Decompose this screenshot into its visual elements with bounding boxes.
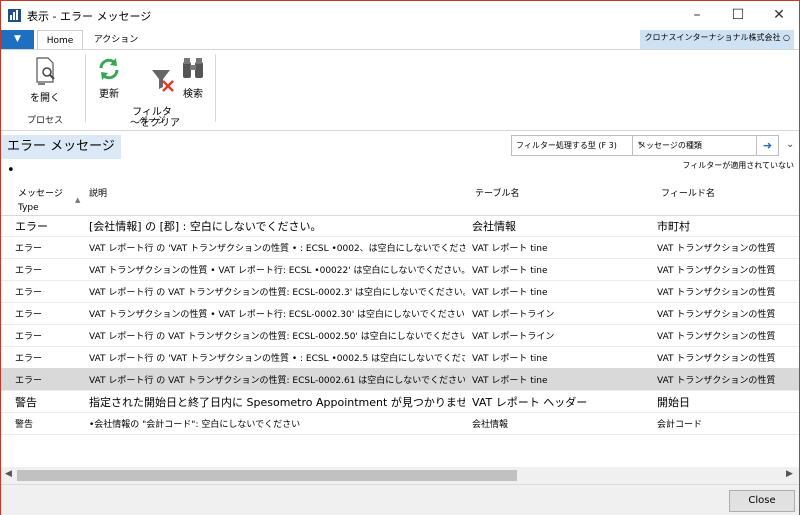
group-label-page: ページ xyxy=(139,116,166,126)
table-row[interactable]: エラー VAT トランザクションの性質 • VAT レポート行: ECSL-000… xyxy=(1,302,799,325)
cell-field-name: VAT トランザクションの性質 xyxy=(657,244,776,254)
close-button[interactable]: Close xyxy=(729,490,795,512)
cell-field-name: 会計コード xyxy=(657,420,703,430)
chevron-down-icon: ▾ xyxy=(638,139,643,148)
cell-table-name: 会社情報 xyxy=(472,220,516,233)
tab-actions[interactable]: アクション xyxy=(91,30,141,49)
open-document-icon xyxy=(36,57,55,85)
cell-description: VAT レポート行 の VAT トランザクションの性質: ECSL-0002.6… xyxy=(89,376,465,386)
minimize-button[interactable]: – xyxy=(677,1,717,30)
cell-table-name: VAT レポート tine xyxy=(472,376,548,386)
clear-filter-icon xyxy=(152,70,174,92)
cell-type: エラー xyxy=(15,266,43,276)
apply-filter-arrow-icon[interactable]: ➜ xyxy=(756,136,778,155)
sort-ascending-icon: ▲ xyxy=(75,196,81,204)
table-row[interactable]: エラー VAT トランザクションの性質 • VAT レポート行: ECSL •00… xyxy=(1,258,799,281)
cell-table-name: VAT レポート tine xyxy=(472,354,548,364)
column-header-table-name[interactable]: テーブル名 xyxy=(475,186,519,199)
table-row[interactable]: エラー VAT レポート行 の VAT トランザクションの性質: ECSL-000… xyxy=(1,368,799,391)
cell-table-name: 会社情報 xyxy=(472,420,509,430)
refresh-label: 更新 xyxy=(99,89,119,100)
column-header-description[interactable]: 説明 xyxy=(89,186,107,199)
cell-type: エラー xyxy=(15,244,43,254)
group-label-process: プロセス xyxy=(27,116,64,126)
scroll-left-icon[interactable]: ◀ xyxy=(5,469,12,479)
cell-description: •会社情報の "会計コード": 空白にしないでください xyxy=(89,420,301,430)
cell-field-name: VAT トランザクションの性質 xyxy=(657,354,776,364)
cell-type: エラー xyxy=(15,332,43,342)
cell-table-name: VAT レポート ヘッダー xyxy=(472,396,588,409)
cell-field-name: VAT トランザクションの性質 xyxy=(657,288,776,298)
group-separator xyxy=(215,54,216,122)
table-header: メッセージ Type 説明 テーブル名 フィールド名 xyxy=(1,181,799,216)
filter-bar: フィルター処理する型 (F 3) メッセージの種類 ▾ ➜ xyxy=(511,135,779,156)
cell-field-name: 市町村 xyxy=(657,220,690,233)
maximize-button[interactable]: ☐ xyxy=(718,1,758,30)
filter-type-select[interactable]: メッセージの種類 ▾ xyxy=(632,136,757,155)
cell-type: エラー xyxy=(15,354,43,364)
dialog-footer: Close xyxy=(1,484,799,515)
search-button[interactable]: 検索 xyxy=(178,56,208,100)
table-row[interactable]: エラー VAT レポート行 の VAT トランザクションの性質: ECSL-000… xyxy=(1,324,799,347)
cell-field-name: VAT トランザクションの性質 xyxy=(657,266,776,276)
cell-type: エラー xyxy=(15,288,43,298)
cell-description: 指定された開始日と終了日内に Spesometro Appointment が見… xyxy=(89,396,465,409)
search-label: 検索 xyxy=(183,89,203,100)
refresh-button[interactable]: 更新 xyxy=(94,56,124,100)
cell-description: VAT トランザクションの性質 • VAT レポート行: ECSL-0002.3… xyxy=(89,310,465,320)
open-button[interactable]: を開く xyxy=(23,56,67,104)
filter-type-label: フィルター処理する型 (F 3) xyxy=(516,141,617,150)
cell-field-name: VAT トランザクションの性質 xyxy=(657,310,776,320)
cell-table-name: VAT レポート tine xyxy=(472,244,548,254)
ribbon-tabs: ▼ Home アクション クロナスインターナショナル株式会社 ○ xyxy=(1,30,799,50)
app-icon xyxy=(8,9,21,22)
cell-table-name: VAT レポート tine xyxy=(472,288,548,298)
table-row[interactable]: エラー VAT レポート行 の 'VAT トランザクションの性質 • : ECSL… xyxy=(1,346,799,369)
cell-description: VAT レポート行 の 'VAT トランザクションの性質 • : ECSL •0… xyxy=(89,354,465,364)
cell-field-name: VAT トランザクションの性質 xyxy=(657,376,776,386)
cell-field-name: 開始日 xyxy=(657,396,690,409)
cell-type: エラー xyxy=(15,220,48,233)
file-menu-button[interactable]: ▼ xyxy=(1,30,34,49)
column-header-type[interactable]: メッセージ xyxy=(18,186,63,199)
ribbon-body: を開く プロセス 更新 フィルタ ～をクリア 検索 ページ xyxy=(1,49,799,131)
horizontal-scrollbar[interactable]: ◀ ▶ xyxy=(1,467,799,484)
cell-description: VAT レポート行 の VAT トランザクションの性質: ECSL-0002.3… xyxy=(89,288,465,298)
cell-field-name: VAT トランザクションの性質 xyxy=(657,332,776,342)
page-title: エラー メッセージ• xyxy=(1,135,121,178)
column-header-type-sub: Type xyxy=(18,203,39,213)
filter-status-text: フィルターが適用されていない xyxy=(682,161,794,170)
group-separator xyxy=(85,54,86,122)
table-row[interactable]: 警告 指定された開始日と終了日内に Spesometro Appointment … xyxy=(1,390,799,413)
cell-table-name: VAT レポートライン xyxy=(472,332,555,342)
close-window-button[interactable]: ✕ xyxy=(759,1,799,30)
cell-description: VAT レポート行 の VAT トランザクションの性質: ECSL-0002.5… xyxy=(89,332,465,342)
table-row[interactable]: エラー VAT レポート行 の VAT トランザクションの性質: ECSL-000… xyxy=(1,280,799,303)
collapse-chevron-icon[interactable]: ⌄ xyxy=(786,139,794,150)
table-row[interactable]: 警告 •会社情報の "会計コード": 空白にしないでください 会社情報 会計コード xyxy=(1,412,799,435)
title-bar: 表示 - エラー メッセージ – ☐ ✕ xyxy=(1,1,799,30)
cell-description: VAT トランザクションの性質 • VAT レポート行: ECSL •00022… xyxy=(89,266,465,276)
scroll-thumb[interactable] xyxy=(17,470,517,481)
scroll-right-icon[interactable]: ▶ xyxy=(786,469,793,479)
refresh-icon xyxy=(99,58,119,80)
window-title: 表示 - エラー メッセージ xyxy=(27,10,152,23)
clear-filter-button[interactable]: フィルタ ～をクリア xyxy=(130,56,180,151)
column-header-field-name[interactable]: フィールド名 xyxy=(661,186,715,199)
dialog-window: 表示 - エラー メッセージ – ☐ ✕ ▼ Home アクション クロナスイン… xyxy=(0,0,800,515)
cell-table-name: VAT レポート tine xyxy=(472,266,548,276)
tab-home[interactable]: Home xyxy=(37,30,83,50)
open-label: を開く xyxy=(30,93,60,104)
cell-table-name: VAT レポートライン xyxy=(472,310,555,320)
company-name: クロナスインターナショナル株式会社 ○ xyxy=(640,30,794,49)
cell-type: エラー xyxy=(15,310,43,320)
cell-description: [会社情報] の [郡] : 空白にしないでください。 xyxy=(89,220,322,233)
binoculars-icon xyxy=(183,58,203,78)
table-row[interactable]: エラー VAT レポート行 の 'VAT トランザクションの性質 • : ECSL… xyxy=(1,236,799,259)
cell-type: エラー xyxy=(15,376,43,386)
table-row[interactable]: エラー [会社情報] の [郡] : 空白にしないでください。 会社情報 市町村 xyxy=(1,214,799,237)
cell-type: 警告 xyxy=(15,396,37,409)
cell-type: 警告 xyxy=(15,420,34,430)
cell-description: VAT レポート行 の 'VAT トランザクションの性質 • : ECSL •0… xyxy=(89,244,465,254)
